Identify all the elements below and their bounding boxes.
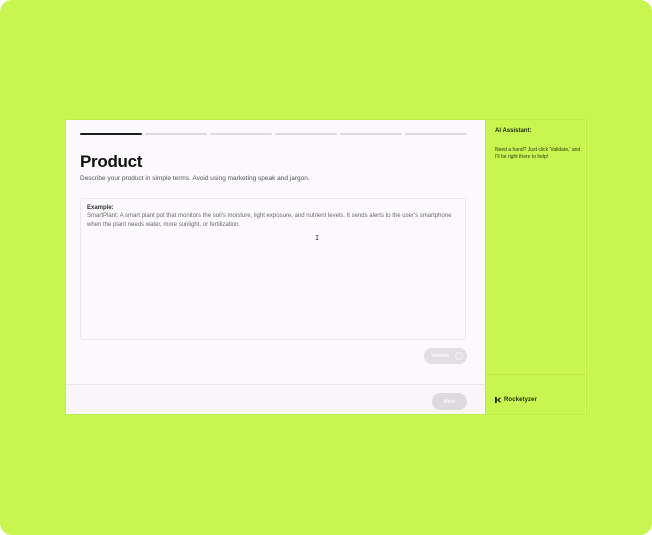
page-subtitle: Describe your product in simple terms. A… [80, 175, 310, 182]
assistant-heading: AI Assistant: [495, 128, 532, 134]
next-button[interactable]: Next [432, 393, 467, 410]
progress-step-4 [275, 133, 337, 135]
example-text: SmartPlant: A smart plant pot that monit… [87, 213, 452, 228]
validate-label: Validate [431, 353, 450, 359]
app-background: Product Describe your product in simple … [0, 0, 652, 535]
validate-button[interactable]: Validate [424, 348, 467, 364]
progress-step-1 [80, 133, 142, 135]
next-label: Next [443, 398, 456, 405]
step-progress [80, 133, 467, 135]
app-window: Product Describe your product in simple … [66, 120, 586, 414]
assistant-message: Need a hand? Just click 'Validate,' and … [495, 147, 581, 160]
assistant-divider [486, 374, 586, 375]
brand: Rocketyzer [495, 397, 537, 403]
progress-step-6 [405, 133, 467, 135]
main-panel: Product Describe your product in simple … [66, 120, 485, 414]
text-cursor-icon: I [315, 234, 320, 242]
progress-step-5 [340, 133, 402, 135]
brand-name: Rocketyzer [504, 397, 538, 403]
rocketyzer-logo-icon [495, 397, 501, 403]
assistant-panel: AI Assistant: Need a hand? Just click 'V… [485, 120, 586, 414]
page-title: Product [80, 152, 143, 171]
progress-step-3 [210, 133, 272, 135]
progress-step-2 [145, 133, 207, 135]
example-label: Example: [87, 205, 114, 211]
validate-circle-icon [455, 352, 463, 360]
footer-bar: Next [66, 384, 485, 414]
product-description-input[interactable]: Example: SmartPlant: A smart plant pot t… [80, 198, 466, 340]
